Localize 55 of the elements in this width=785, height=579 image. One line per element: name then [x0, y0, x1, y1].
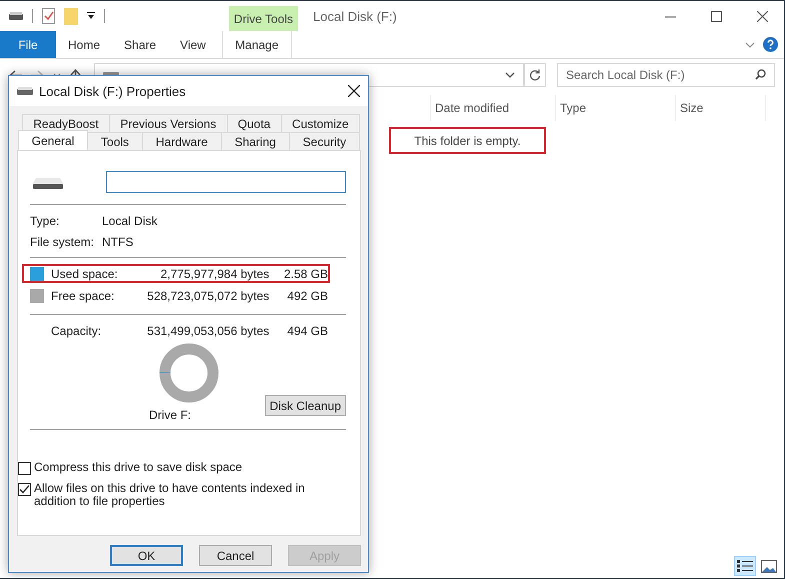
tab[interactable]: Quota	[226, 114, 282, 132]
column-header[interactable]: Size	[675, 95, 766, 121]
tab[interactable]: Customize	[280, 114, 360, 132]
refresh-button[interactable]	[524, 63, 546, 87]
tab[interactable]: Security	[288, 132, 360, 150]
chevron-icon[interactable]	[505, 72, 515, 78]
space-label: Free space:	[51, 288, 116, 302]
ribbon-tab[interactable]: View	[168, 31, 218, 58]
details-view-button[interactable]	[734, 556, 756, 576]
drive-name-field[interactable]	[106, 171, 346, 193]
drive-icon	[33, 175, 63, 189]
chevron-icon[interactable]	[745, 42, 755, 48]
tab[interactable]: ReadyBoost	[22, 114, 110, 132]
dialog-button[interactable]: Cancel	[199, 545, 272, 566]
space-label: Used space:	[51, 266, 119, 280]
tab[interactable]: Sharing	[220, 132, 290, 150]
search-field[interactable]: Search Local Disk (F:)	[557, 63, 775, 87]
drive-icon	[17, 87, 33, 95]
checkbox-label: Compress this drive to save disk space	[34, 461, 244, 474]
window-title: Local Disk (F:)	[313, 8, 397, 24]
file-tab[interactable]: File	[0, 31, 56, 58]
checkbox[interactable]	[18, 483, 31, 496]
help-icon[interactable]	[763, 37, 778, 52]
space-size: 492 GB	[286, 288, 328, 302]
search-icon	[755, 69, 766, 80]
space-size: 2.58 GB	[282, 266, 328, 280]
property-label: Type:	[30, 214, 60, 228]
dialog-button[interactable]: OK	[110, 545, 183, 566]
checkbox-label: Allow files on this drive to have contents indexed in addition to file properties	[34, 482, 306, 508]
tab[interactable]: General	[18, 130, 88, 150]
properties-icon[interactable]	[42, 8, 55, 24]
disk-cleanup-button[interactable]: Disk Cleanup	[264, 395, 346, 416]
ribbon-tab[interactable]: Home	[56, 31, 112, 58]
drive-icon[interactable]	[9, 12, 23, 20]
caret-icon[interactable]	[87, 12, 95, 20]
capacity-label: Capacity:	[51, 324, 102, 338]
property-label: File system:	[30, 235, 96, 249]
property-value: NTFS	[102, 235, 134, 249]
ribbon-tab[interactable]: Share	[112, 31, 168, 58]
refresh-icon	[529, 69, 541, 81]
drive-label: Drive F:	[149, 408, 191, 422]
capacity-size: 494 GB	[286, 324, 328, 338]
column-header[interactable]: Date modified	[430, 95, 555, 121]
empty-folder-message: This folder is empty.	[389, 127, 546, 154]
property-value: Local Disk	[102, 214, 158, 228]
space-bytes: 528,723,075,072 bytes	[146, 288, 270, 302]
close-icon[interactable]	[348, 85, 360, 97]
maximize-icon[interactable]	[711, 10, 722, 22]
capacity-bytes: 531,499,053,056 bytes	[146, 324, 270, 338]
dialog-title: Local Disk (F:) Properties	[39, 84, 186, 98]
close-icon[interactable]	[757, 10, 768, 22]
column-header[interactable]: Type	[555, 95, 675, 121]
space-bytes: 2,775,977,984 bytes	[160, 266, 270, 280]
context-tab-header: Drive Tools	[229, 6, 298, 31]
checkbox[interactable]	[18, 462, 31, 475]
